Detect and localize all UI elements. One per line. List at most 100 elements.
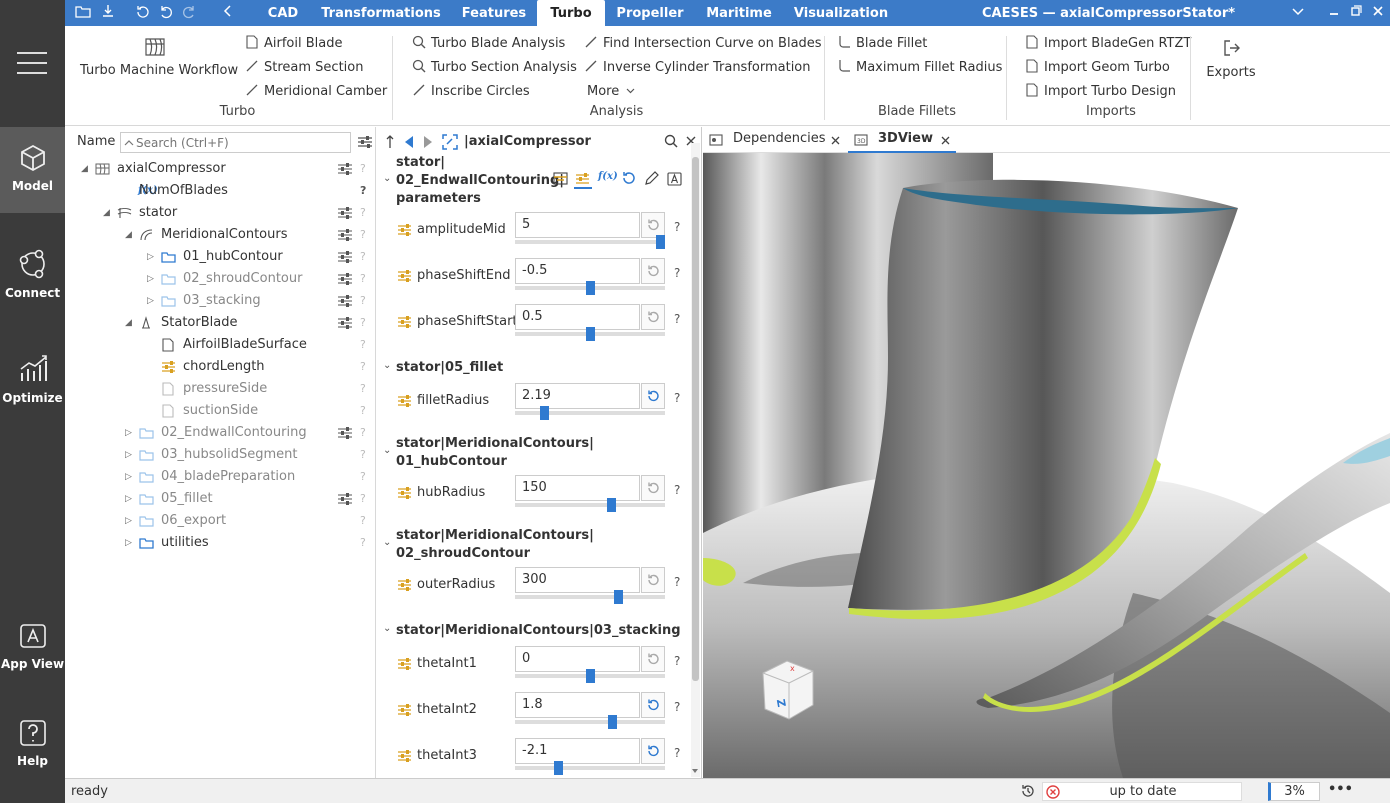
tab-features[interactable]: Features bbox=[455, 0, 533, 26]
redo-icon[interactable] bbox=[180, 4, 198, 22]
help-question-icon[interactable]: ? bbox=[360, 422, 366, 444]
help-question-icon[interactable]: ? bbox=[360, 158, 366, 180]
collapse-chevron-icon[interactable]: ⌄ bbox=[383, 445, 391, 456]
sliders-icon[interactable] bbox=[575, 172, 590, 186]
max-fillet-radius-button[interactable]: Maximum Fillet Radius bbox=[837, 59, 1002, 77]
help-question-icon[interactable]: ? bbox=[360, 312, 366, 334]
tab-propeller[interactable]: Propeller bbox=[612, 0, 688, 26]
tab-turbo[interactable]: Turbo bbox=[537, 0, 605, 26]
search-input[interactable] bbox=[136, 134, 346, 151]
collapse-chevron-icon[interactable]: ⌄ bbox=[383, 360, 391, 371]
slider-handle[interactable] bbox=[656, 235, 665, 249]
collapse-chevron-icon[interactable]: ⌄ bbox=[383, 623, 391, 634]
expand-arrow-icon[interactable]: ▷ bbox=[125, 510, 132, 532]
help-question-icon[interactable]: ? bbox=[360, 224, 366, 246]
tab-visualization[interactable]: Visualization bbox=[790, 0, 892, 26]
menu-icon[interactable] bbox=[17, 52, 47, 74]
back-triangle-icon[interactable] bbox=[403, 135, 415, 149]
save-icon[interactable] bbox=[99, 4, 117, 22]
slider-handle[interactable] bbox=[540, 406, 549, 420]
param-slider[interactable] bbox=[515, 235, 665, 249]
sliders-icon[interactable] bbox=[337, 273, 353, 285]
restore-icon[interactable] bbox=[1346, 3, 1366, 23]
expand-arrow-icon[interactable]: ▷ bbox=[147, 246, 154, 268]
sliders-icon[interactable] bbox=[337, 163, 353, 175]
reset-value-button[interactable] bbox=[641, 692, 665, 718]
turbo-workflow-button[interactable]: Turbo Machine Workflow bbox=[80, 36, 238, 80]
reset-value-button[interactable] bbox=[641, 383, 665, 409]
param-value-field[interactable]: 150 bbox=[515, 475, 640, 501]
help-question-icon[interactable]: ? bbox=[360, 444, 366, 466]
sliders-icon[interactable] bbox=[337, 207, 353, 219]
param-scrollbar[interactable] bbox=[691, 143, 700, 777]
sliders-icon[interactable] bbox=[337, 493, 353, 505]
tree-item[interactable]: pressureSide? bbox=[65, 378, 376, 400]
tree-item[interactable]: ▷ 03_stacking? bbox=[65, 290, 376, 312]
slider-handle[interactable] bbox=[608, 715, 617, 729]
sliders-icon[interactable] bbox=[337, 251, 353, 263]
param-slider[interactable] bbox=[515, 281, 665, 295]
expand-arrow-icon[interactable]: ▷ bbox=[125, 422, 132, 444]
tree-item[interactable]: ▷ 01_hubContour? bbox=[65, 246, 376, 268]
exports-button[interactable]: Exports bbox=[1199, 36, 1263, 82]
collapse-arrow-icon[interactable]: ◢ bbox=[125, 312, 132, 334]
sidebar-item-connect[interactable]: Connect bbox=[0, 232, 65, 318]
slider-handle[interactable] bbox=[607, 498, 616, 512]
blade-fillet-button[interactable]: Blade Fillet bbox=[837, 35, 927, 53]
collapse-arrow-icon[interactable]: ◢ bbox=[81, 158, 88, 180]
chevron-down-icon[interactable] bbox=[1288, 3, 1308, 23]
tree-item[interactable]: chordLength? bbox=[65, 356, 376, 378]
collapse-arrow-icon[interactable]: ◢ bbox=[125, 224, 132, 246]
minimize-icon[interactable] bbox=[1324, 3, 1344, 23]
slider-handle[interactable] bbox=[586, 281, 595, 295]
tab-3dview[interactable]: 3D 3DView bbox=[848, 127, 956, 153]
help-question-icon[interactable]: ? bbox=[360, 378, 366, 400]
table-icon[interactable] bbox=[553, 172, 568, 186]
tree-search-box[interactable] bbox=[120, 132, 351, 153]
search-icon[interactable] bbox=[664, 134, 678, 148]
tree-item[interactable]: f(x) NumOfBlades? bbox=[65, 180, 376, 202]
expand-arrow-icon[interactable]: ▷ bbox=[125, 466, 132, 488]
inscribe-circles-button[interactable]: Inscribe Circles bbox=[412, 83, 530, 101]
reset-value-button[interactable] bbox=[641, 646, 665, 672]
help-question-icon[interactable]: ? bbox=[360, 290, 366, 312]
sliders-icon[interactable] bbox=[337, 427, 353, 439]
import-geom-turbo-button[interactable]: Import Geom Turbo bbox=[1025, 59, 1170, 77]
sidebar-item-model[interactable]: Model bbox=[0, 127, 65, 213]
param-value-field[interactable]: 0.5 bbox=[515, 304, 640, 330]
help-question-icon[interactable]: ? bbox=[360, 246, 366, 268]
help-question-icon[interactable]: ? bbox=[674, 266, 680, 280]
tree-item[interactable]: ◢ stator? bbox=[65, 202, 376, 224]
tab-dependencies[interactable]: Dependencies bbox=[703, 127, 845, 153]
reset-icon[interactable] bbox=[621, 171, 636, 186]
turbo-blade-analysis-button[interactable]: Turbo Blade Analysis bbox=[412, 35, 565, 53]
reset-value-button[interactable] bbox=[641, 475, 665, 501]
tree-item[interactable]: ◢ MeridionalContours? bbox=[65, 224, 376, 246]
slider-handle[interactable] bbox=[554, 761, 563, 775]
tree-item[interactable]: ▷ 06_export? bbox=[65, 510, 376, 532]
back-arrow-icon[interactable] bbox=[219, 4, 237, 22]
help-question-icon[interactable]: ? bbox=[360, 488, 366, 510]
param-value-field[interactable]: -2.1 bbox=[515, 738, 640, 764]
param-slider[interactable] bbox=[515, 406, 665, 420]
inverse-cylinder-button[interactable]: Inverse Cylinder Transformation bbox=[584, 59, 811, 77]
find-intersection-button[interactable]: Find Intersection Curve on Blades bbox=[584, 35, 822, 53]
sliders-icon[interactable] bbox=[337, 229, 353, 241]
tree-item[interactable]: ▷ utilities? bbox=[65, 532, 376, 554]
app-view-icon[interactable] bbox=[667, 172, 682, 186]
help-question-icon[interactable]: ? bbox=[360, 268, 366, 290]
param-slider[interactable] bbox=[515, 761, 665, 775]
help-question-icon[interactable]: ? bbox=[360, 334, 366, 356]
3d-scene[interactable]: Z x bbox=[703, 153, 1390, 778]
param-value-field[interactable]: -0.5 bbox=[515, 258, 640, 284]
sidebar-item-help[interactable]: Help bbox=[0, 702, 65, 788]
history-icon[interactable] bbox=[134, 4, 152, 22]
param-slider[interactable] bbox=[515, 590, 665, 604]
help-question-icon[interactable]: ? bbox=[360, 202, 366, 224]
tree-item[interactable]: ▷ 03_hubsolidSegment? bbox=[65, 444, 376, 466]
param-slider[interactable] bbox=[515, 715, 665, 729]
collapse-chevron-icon[interactable]: ⌄ bbox=[383, 537, 391, 548]
forward-triangle-icon[interactable] bbox=[422, 135, 434, 149]
reset-value-button[interactable] bbox=[641, 258, 665, 284]
focus-icon[interactable] bbox=[442, 134, 458, 150]
